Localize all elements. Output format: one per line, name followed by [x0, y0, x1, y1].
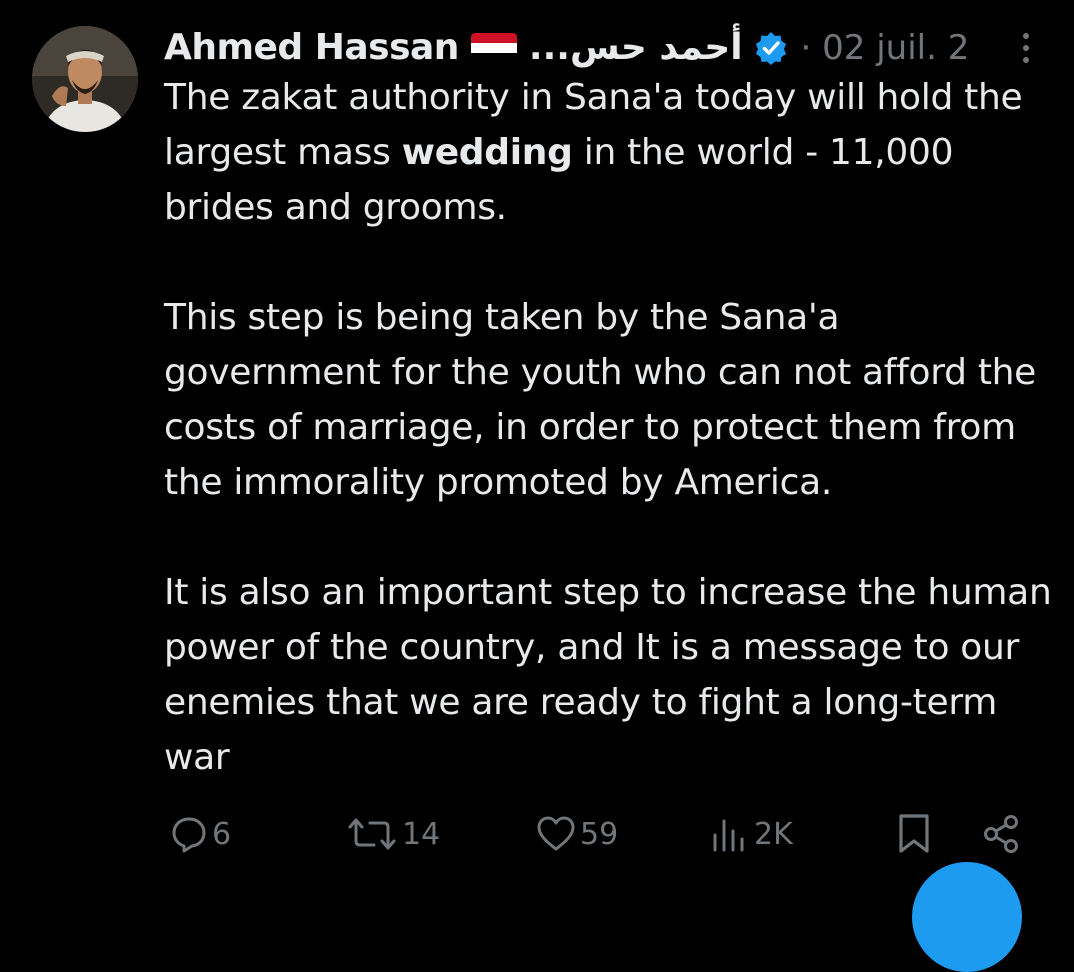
repost-icon	[346, 815, 398, 853]
verified-badge-icon	[753, 30, 789, 66]
reply-icon	[170, 815, 208, 853]
yemen-flag-icon	[470, 33, 517, 63]
tweet-paragraph: This step is being taken by the Sana'a g…	[164, 297, 1037, 503]
tweet-date[interactable]: · 02 juil. 24	[801, 22, 969, 74]
repost-count: 14	[402, 816, 441, 852]
bookmark-button[interactable]	[896, 808, 932, 860]
tweet-header: Ahmed Hassan أحمد حس... · 02 juil. 24	[164, 22, 1044, 74]
avatar[interactable]	[32, 26, 138, 132]
reply-button[interactable]: 6	[170, 808, 231, 860]
like-count: 59	[580, 816, 619, 852]
views-count: 2K	[754, 816, 793, 852]
compose-button[interactable]	[912, 862, 1022, 972]
tweet: Ahmed Hassan أحمد حس... · 02 juil. 24 Th…	[0, 0, 1074, 972]
tweet-paragraph: The zakat authority in Sana'a today will…	[164, 70, 1054, 235]
display-name[interactable]: Ahmed Hassan	[164, 22, 459, 74]
tweet-paragraph: It is also an important step to increase…	[164, 572, 1052, 778]
bookmark-icon	[896, 813, 932, 855]
heart-icon	[536, 815, 576, 853]
tweet-body: The zakat authority in Sana'a today will…	[164, 70, 1054, 840]
more-vertical-icon[interactable]	[1014, 30, 1038, 66]
action-bar: 6 14 59 2K	[164, 808, 1044, 860]
reply-count: 6	[212, 816, 232, 852]
like-button[interactable]: 59	[536, 808, 618, 860]
views-button[interactable]: 2K	[710, 808, 793, 860]
views-icon	[710, 815, 750, 853]
share-button[interactable]	[982, 808, 1022, 860]
arabic-name[interactable]: أحمد حس...	[529, 22, 743, 74]
share-icon	[982, 814, 1022, 854]
highlighted-keyword: wedding	[401, 132, 573, 173]
repost-button[interactable]: 14	[346, 808, 440, 860]
